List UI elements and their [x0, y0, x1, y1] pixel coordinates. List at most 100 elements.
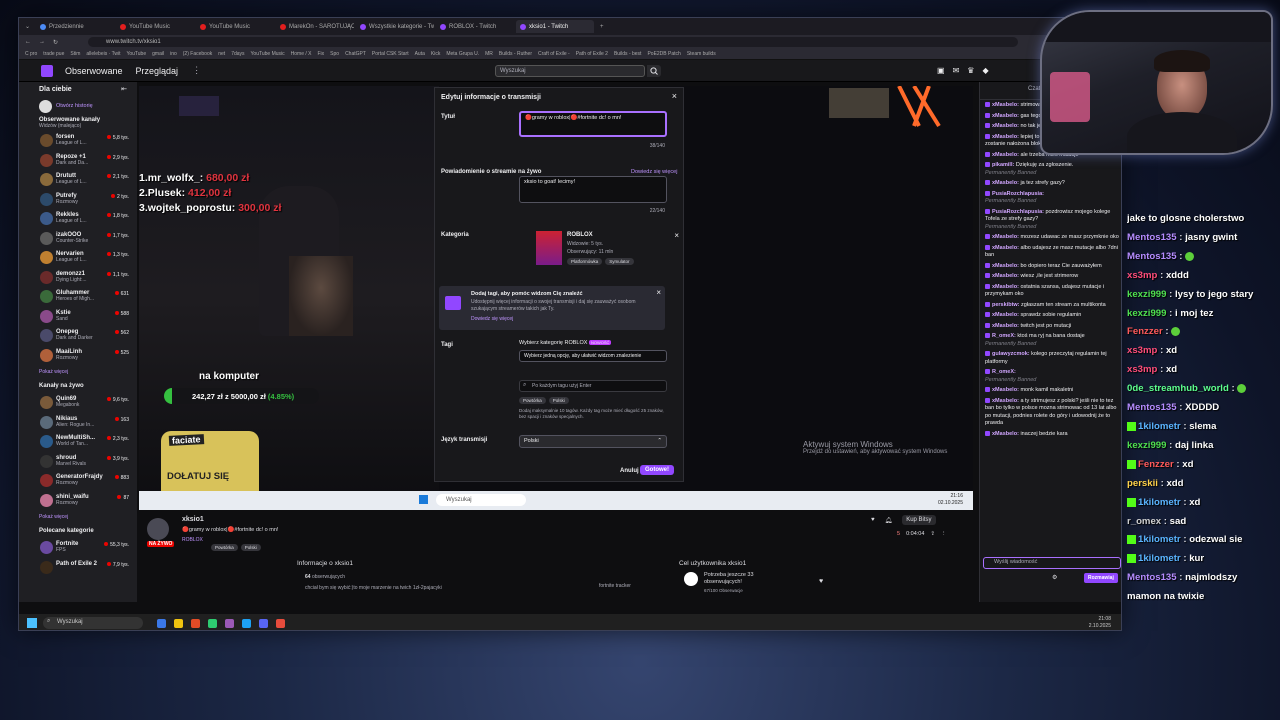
heart-icon[interactable]: ♥ [871, 517, 875, 523]
bookmark-item[interactable]: trade pue [43, 51, 64, 57]
back-icon[interactable]: ← [25, 39, 31, 45]
bookmark-item[interactable]: MR [485, 51, 493, 57]
chat-username[interactable]: PusiaRozchlapusia: [992, 209, 1044, 215]
sidebar-channel[interactable]: forsen League of L... 5,8 tys. [19, 132, 137, 152]
new-tab-icon[interactable]: + [600, 24, 604, 30]
sidebar-channel[interactable]: Onepeg Dark and Darker 562 [19, 327, 137, 347]
chat-username[interactable]: xMasbelo: [992, 398, 1019, 404]
address-bar[interactable]: www.twitch.tv/xksio1 [88, 37, 1019, 47]
bookmark-item[interactable]: Steam builds [687, 51, 716, 57]
browser-tab[interactable]: ROBLOX - Twitch [436, 20, 514, 33]
bookmark-item[interactable]: C pro [25, 51, 37, 57]
browser-tab[interactable]: MarekOn - SAROTUJĄCY \ [276, 20, 354, 33]
sidebar-channel[interactable]: Putrefy Rozmowy 2 tys. [19, 191, 137, 211]
taskbar-app-icon[interactable] [225, 618, 234, 628]
channel-avatar[interactable] [147, 518, 169, 540]
bookmark-item[interactable]: Spo [330, 51, 339, 57]
bookmark-item[interactable]: ino [170, 51, 177, 57]
chat-username[interactable]: xMasbelo: [992, 263, 1019, 269]
chat-username[interactable]: xMasbelo: [992, 245, 1019, 251]
bell-icon[interactable]: 🔔︎ [885, 517, 893, 524]
sidebar-channel[interactable]: shini_waifu Rozmowy 87 [19, 492, 137, 512]
share-icon[interactable]: ⇪ [930, 531, 935, 537]
bookmark-item[interactable]: (2) Facebook [183, 51, 212, 57]
bookmark-item[interactable]: ChatGPT [345, 51, 366, 57]
browser-tab[interactable]: Przedziennie [36, 20, 114, 33]
bookmark-item[interactable]: PoE2DB Patch [647, 51, 680, 57]
sidebar-channel[interactable]: shroud Marvel Rivals 3,9 tys. [19, 453, 137, 473]
category-tag[interactable]: Platformówka [567, 258, 603, 265]
tag-chip[interactable]: Polski [548, 397, 569, 404]
done-button[interactable]: Gotowe! [640, 465, 674, 475]
remove-category-icon[interactable]: × [674, 231, 679, 240]
more-options-icon[interactable]: ⋮ [941, 531, 947, 537]
twitch-search-input[interactable]: Wyszukaj [495, 65, 645, 77]
show-more-live-link[interactable]: Pokaż więcej [19, 511, 137, 523]
sidebar-channel[interactable]: Path of Exile 2 7,9 tys. [19, 559, 137, 579]
browser-tab[interactable]: YouTube Music [116, 20, 194, 33]
show-more-link[interactable]: Pokaż więcej [19, 366, 137, 378]
chat-username[interactable]: xMasbelo: [992, 113, 1019, 119]
chat-username[interactable]: xMasbelo: [992, 323, 1019, 329]
whispers-icon[interactable]: ✉ [953, 66, 960, 75]
taskbar-app-icon[interactable] [174, 618, 183, 628]
taskbar-app-icon[interactable] [191, 618, 200, 628]
cancel-button[interactable]: Anuluj [620, 468, 639, 474]
sidebar-channel[interactable]: GeneratorFrajdy Rozmowy 883 [19, 472, 137, 492]
chat-username[interactable]: xMasbelo: [992, 152, 1019, 158]
bookmark-item[interactable]: YouTube Music [251, 51, 285, 57]
goal-heart-icon[interactable]: ♥ [819, 578, 823, 585]
bookmark-item[interactable]: gmail [152, 51, 164, 57]
sidebar-channel[interactable]: NewMultiSh... World of Tan... 2,3 tys. [19, 433, 137, 453]
browser-tab[interactable]: YouTube Music [196, 20, 274, 33]
chat-username[interactable]: xMasbelo: [992, 102, 1019, 108]
browser-tab[interactable]: Wszystkie kategorie - Twit [356, 20, 434, 33]
chat-username[interactable]: xMasbelo: [992, 180, 1019, 186]
taskbar-app-icon[interactable] [208, 618, 217, 628]
chat-username[interactable]: xMasbelo: [992, 431, 1019, 437]
bookmark-item[interactable]: Builds - best [614, 51, 642, 57]
sidebar-channel[interactable]: Repoze +1 Dark and Da... 2,9 tys. [19, 152, 137, 172]
sidebar-channel[interactable]: Drututt League of L... 2,1 tys. [19, 171, 137, 191]
chat-username[interactable]: xMasbelo: [992, 273, 1019, 279]
chat-username[interactable]: xMasbelo: [992, 134, 1019, 140]
notification-input[interactable]: xksio to goat! lecimy! [519, 176, 667, 203]
stream-tag[interactable]: Powtórka [211, 544, 238, 551]
bookmark-item[interactable]: allelebeis · Twit [86, 51, 120, 57]
taskbar-app-icon[interactable] [242, 618, 251, 628]
title-input[interactable]: 🔴gramy w roblox|🔴#fortnite dc! o mn! [519, 111, 667, 137]
bookmark-item[interactable]: net [218, 51, 225, 57]
category-tag[interactable]: Symulator [605, 258, 634, 265]
sidebar-channel[interactable]: Nervarien League of L... 1,3 tys. [19, 249, 137, 269]
windows-search[interactable]: ⌕ Wyszukaj [43, 617, 143, 629]
promo-learn-more[interactable]: Dowiedz się więcej [471, 316, 513, 322]
tags-search-input[interactable]: Po każdym tagu użyj Enter [519, 380, 667, 392]
forward-icon[interactable]: → [39, 39, 45, 45]
chat-username[interactable]: pikamilI: [992, 162, 1014, 168]
more-icon[interactable]: ⋮ [192, 65, 201, 76]
sidebar-channel[interactable]: Fortnite FPS 55,3 tys. [19, 539, 137, 559]
close-promo-icon[interactable]: × [656, 288, 661, 297]
tag-chip[interactable]: Powtórka [519, 397, 546, 404]
tab-search-icon[interactable]: ⌄ [25, 23, 30, 30]
reload-icon[interactable]: ↻ [53, 39, 58, 46]
chat-username[interactable]: PusiaRozchlapusia: [992, 191, 1044, 197]
bookmark-item[interactable]: 7days [231, 51, 244, 57]
bits-button[interactable]: Kup Bitsy [902, 515, 936, 525]
bookmark-item[interactable]: Craft of Exile - [538, 51, 570, 57]
bookmark-item[interactable]: Stim [70, 51, 80, 57]
windows-start-icon[interactable] [419, 495, 428, 504]
bookmark-item[interactable]: Auta [415, 51, 425, 57]
sidebar-channel[interactable]: Rekkles League of L... 1,8 tys. [19, 210, 137, 230]
bookmark-item[interactable]: Path of Exile 2 [576, 51, 608, 57]
tags-select[interactable]: Wybierz jedną opcję, aby ułatwić widzom … [519, 350, 667, 362]
chat-username[interactable]: xMasbelo: [992, 312, 1019, 318]
stream-category[interactable]: ROBLOX [182, 537, 203, 543]
chat-settings-icon[interactable]: ⚙ [1052, 574, 1057, 581]
notifications-icon[interactable]: ▣ [937, 66, 945, 75]
open-history[interactable]: Otwórz historię [19, 98, 137, 114]
chat-username[interactable]: xMasbelo: [992, 123, 1019, 129]
chat-username[interactable]: xMasbelo: [992, 387, 1019, 393]
chat-input[interactable]: Wyślij wiadomość [983, 557, 1121, 569]
sidebar-channel[interactable]: Nikiaus Alien: Rogue In... 163 [19, 414, 137, 434]
